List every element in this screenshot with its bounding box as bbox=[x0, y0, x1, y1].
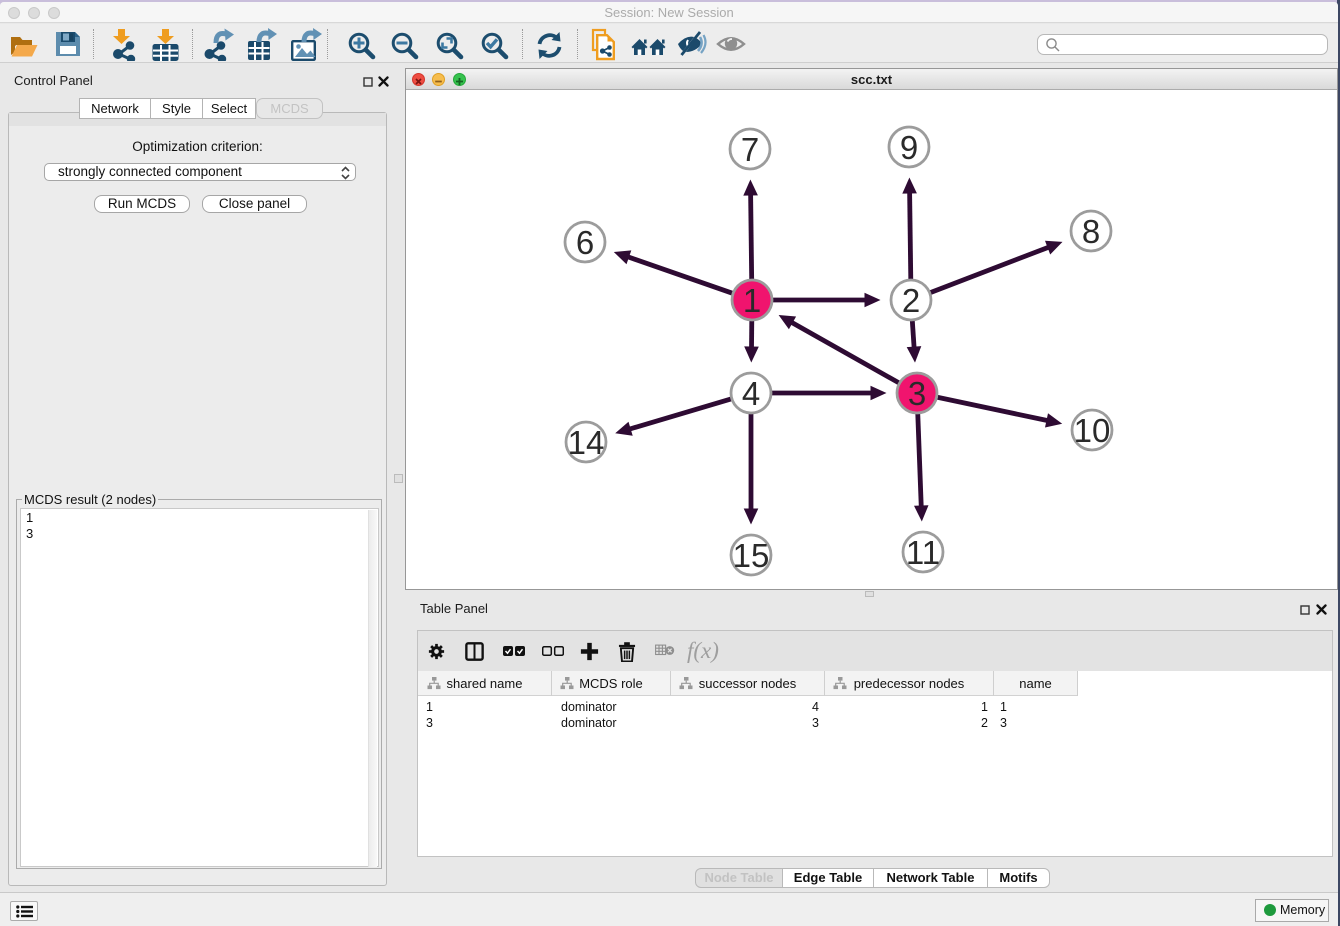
svg-text:11: 11 bbox=[906, 534, 940, 571]
svg-text:2: 2 bbox=[902, 282, 920, 319]
svg-text:15: 15 bbox=[733, 537, 770, 574]
svg-text:14: 14 bbox=[568, 424, 605, 461]
svg-text:4: 4 bbox=[742, 375, 760, 412]
svg-text:8: 8 bbox=[1082, 213, 1100, 250]
svg-text:1: 1 bbox=[743, 282, 761, 319]
svg-text:3: 3 bbox=[908, 375, 926, 412]
svg-text:9: 9 bbox=[900, 129, 918, 166]
svg-text:10: 10 bbox=[1074, 412, 1111, 449]
svg-text:7: 7 bbox=[741, 131, 759, 168]
svg-text:6: 6 bbox=[576, 224, 594, 261]
